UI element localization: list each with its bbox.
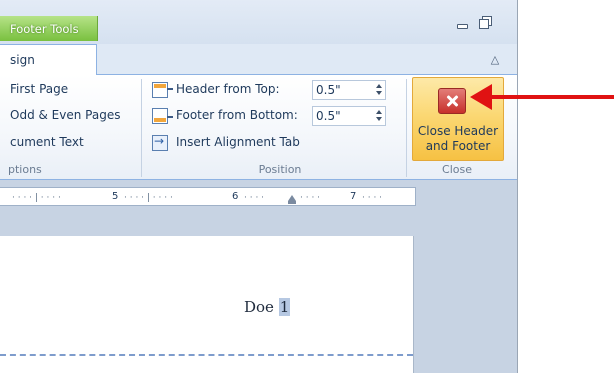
annotation-arrow-icon [470,84,616,110]
tab-design[interactable]: sign [0,44,97,75]
ruler-strip: · · · · | · · · · 5 · · · · | · · · · 6 … [0,180,517,210]
header-text[interactable]: Doe 1 [244,298,291,316]
window-edge [517,0,518,373]
footer-from-bottom-value: 0.5" [316,109,341,123]
option-different-odd-even-pages[interactable]: Odd & Even Pages [10,108,120,122]
ruler-number: 7 [350,191,357,202]
header-from-top-input[interactable]: 0.5" [312,80,386,100]
header-from-top-label: Header from Top: [176,82,280,96]
contextual-tab-footer-tools[interactable]: Footer Tools [0,16,98,41]
title-bar: Footer Tools [0,0,517,44]
ruler-number: 6 [232,191,239,202]
minimize-window-icon[interactable] [455,18,469,32]
indent-marker-icon[interactable] [288,195,296,204]
footer-position-icon [152,108,173,124]
document-page[interactable]: Doe 1 [0,236,414,373]
header-text-plain: Doe [244,298,279,316]
footer-from-bottom-input[interactable]: 0.5" [312,106,386,126]
group-label-options: ptions [8,163,42,176]
header-from-top-value: 0.5" [316,83,341,97]
word-window: Footer Tools sign △ First Page Odd & Eve… [0,0,517,373]
footer-from-bottom-spinner[interactable] [373,107,385,125]
group-divider [406,79,407,177]
ribbon-body: First Page Odd & Even Pages cument Text … [0,75,517,180]
ribbon-collapse-icon[interactable]: △ [489,54,501,66]
ruler-number: 5 [112,191,119,202]
option-show-document-text[interactable]: cument Text [10,135,84,149]
group-label-position: Position [258,163,302,176]
contextual-tab-title: Footer Tools [10,22,79,36]
horizontal-ruler[interactable]: · · · · | · · · · 5 · · · · | · · · · 6 … [0,187,416,206]
restore-window-icon[interactable] [478,15,492,29]
footer-from-bottom-label: Footer from Bottom: [176,108,298,122]
header-page-number-selected[interactable]: 1 [278,298,291,316]
tab-design-label: sign [10,53,35,67]
close-header-and-footer-label: Close Header and Footer [417,124,499,153]
group-divider [141,79,142,177]
ribbon-tabs: sign △ [0,44,517,75]
header-from-top-spinner[interactable] [373,81,385,99]
document-area: Doe 1 [0,210,517,373]
header-position-icon [152,82,173,98]
option-different-first-page[interactable]: First Page [10,82,68,96]
insert-alignment-tab-button[interactable]: Insert Alignment Tab [176,135,300,149]
insert-alignment-tab-icon [152,134,168,151]
header-boundary-line [0,354,413,356]
close-icon [438,88,466,114]
group-label-close: Close [442,163,472,176]
